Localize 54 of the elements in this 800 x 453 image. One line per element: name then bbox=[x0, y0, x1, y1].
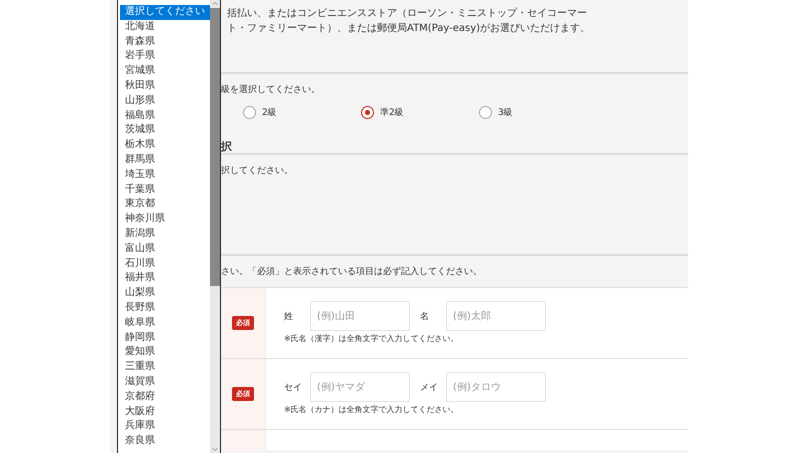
input-field[interactable]: (例)タロウ bbox=[446, 372, 546, 402]
dropdown-option[interactable]: 岩手県 bbox=[120, 49, 210, 64]
dropdown-option[interactable]: 山梨県 bbox=[120, 286, 210, 301]
dropdown-option[interactable]: 福島県 bbox=[120, 108, 210, 124]
dropdown-option[interactable]: 三重県 bbox=[120, 360, 210, 375]
dropdown-option[interactable]: 神奈川県 bbox=[120, 212, 210, 227]
intro-text: ト・ファミリーマート）、または郵便局ATM(Pay-easy)がお選びいただけます。 bbox=[227, 22, 592, 36]
dropdown-option[interactable]: 京都府 bbox=[120, 390, 210, 405]
scroll-up-icon[interactable] bbox=[210, 0, 220, 8]
intro-text: 括払い、またはコンビニエンスストア（ローソン・ミニストップ・セイコーマー bbox=[227, 6, 588, 21]
grade-radio[interactable]: 3級 bbox=[479, 106, 597, 118]
dropdown-option[interactable]: 愛知県 bbox=[120, 345, 210, 360]
dropdown-option[interactable]: 奈良県 bbox=[120, 434, 210, 449]
field-label: 名 bbox=[420, 310, 430, 322]
dropdown-option[interactable]: 茨城県 bbox=[120, 123, 210, 138]
scroll-down-icon[interactable] bbox=[210, 445, 220, 453]
dropdown-option[interactable]: 秋田県 bbox=[120, 78, 210, 94]
grade-radio[interactable]: 2級 bbox=[243, 106, 361, 118]
grade-radio[interactable]: 準2級 bbox=[361, 106, 479, 118]
field-label: セイ bbox=[284, 382, 303, 394]
dropdown-option[interactable]: 選択してください bbox=[120, 5, 210, 20]
dropdown-option[interactable]: 大阪府 bbox=[120, 404, 210, 420]
input-field[interactable]: (例)太郎 bbox=[446, 301, 546, 331]
input-field[interactable]: (例)ヤマダ bbox=[310, 372, 410, 402]
scrollbar-thumb[interactable] bbox=[210, 8, 220, 286]
dropdown-option[interactable]: 千葉県 bbox=[120, 182, 210, 198]
dropdown-option[interactable]: 静岡県 bbox=[120, 330, 210, 346]
dropdown-option[interactable]: 富山県 bbox=[120, 242, 210, 257]
instruction-text: 択してください。 bbox=[221, 165, 294, 177]
dropdown-option[interactable]: 新潟県 bbox=[120, 226, 210, 242]
dropdown-option[interactable]: 滋賀県 bbox=[120, 374, 210, 390]
note-text: ※氏名（カナ）は全角文字で入力してください。 bbox=[284, 404, 460, 415]
section-heading: 択 bbox=[221, 139, 233, 153]
dropdown-option[interactable]: 埼玉県 bbox=[120, 168, 210, 183]
dropdown-option[interactable]: 岐阜県 bbox=[120, 316, 210, 331]
note-text: ※氏名（漢字）は全角文字で入力してください。 bbox=[284, 333, 460, 344]
prefecture-dropdown-list[interactable]: 選択してください 北海道 青森県 岩手県 宮城県 秋田県 山形県 福島県 茨城県 栃木県 群馬県 埼玉県 千葉県 東京都 神奈川県 新潟県 富山県 石川県 福井県 山梨県 長野県 岐阜県 静岡県 愛知県 三重県 滋賀県 京都府 大阪府 兵庫県 奈良県 bbox=[117, 0, 221, 453]
dropdown-option[interactable]: 長野県 bbox=[120, 300, 210, 316]
dropdown-option[interactable]: 東京都 bbox=[120, 197, 210, 212]
field-label: メイ bbox=[420, 382, 439, 394]
field-label: 姓 bbox=[284, 310, 294, 322]
dropdown-option[interactable]: 北海道 bbox=[120, 20, 210, 35]
dropdown-option[interactable]: 群馬県 bbox=[120, 152, 210, 168]
dropdown-option[interactable]: 兵庫県 bbox=[120, 419, 210, 434]
input-field[interactable]: (例)山田 bbox=[310, 301, 410, 331]
dropdown-option[interactable]: 青森県 bbox=[120, 34, 210, 50]
dropdown-option[interactable]: 石川県 bbox=[120, 256, 210, 272]
dropdown-option[interactable]: 宮城県 bbox=[120, 64, 210, 79]
scrollbar[interactable] bbox=[210, 0, 220, 453]
dropdown-option[interactable]: 福井県 bbox=[120, 271, 210, 286]
instruction-text: 級を選択してください。 bbox=[221, 84, 321, 96]
instruction-text: さい。「必須」と表示されている項目は必ず記入してください。 bbox=[221, 266, 483, 278]
dropdown-option[interactable]: 栃木県 bbox=[120, 138, 210, 153]
dropdown-option[interactable]: 山形県 bbox=[120, 94, 210, 109]
